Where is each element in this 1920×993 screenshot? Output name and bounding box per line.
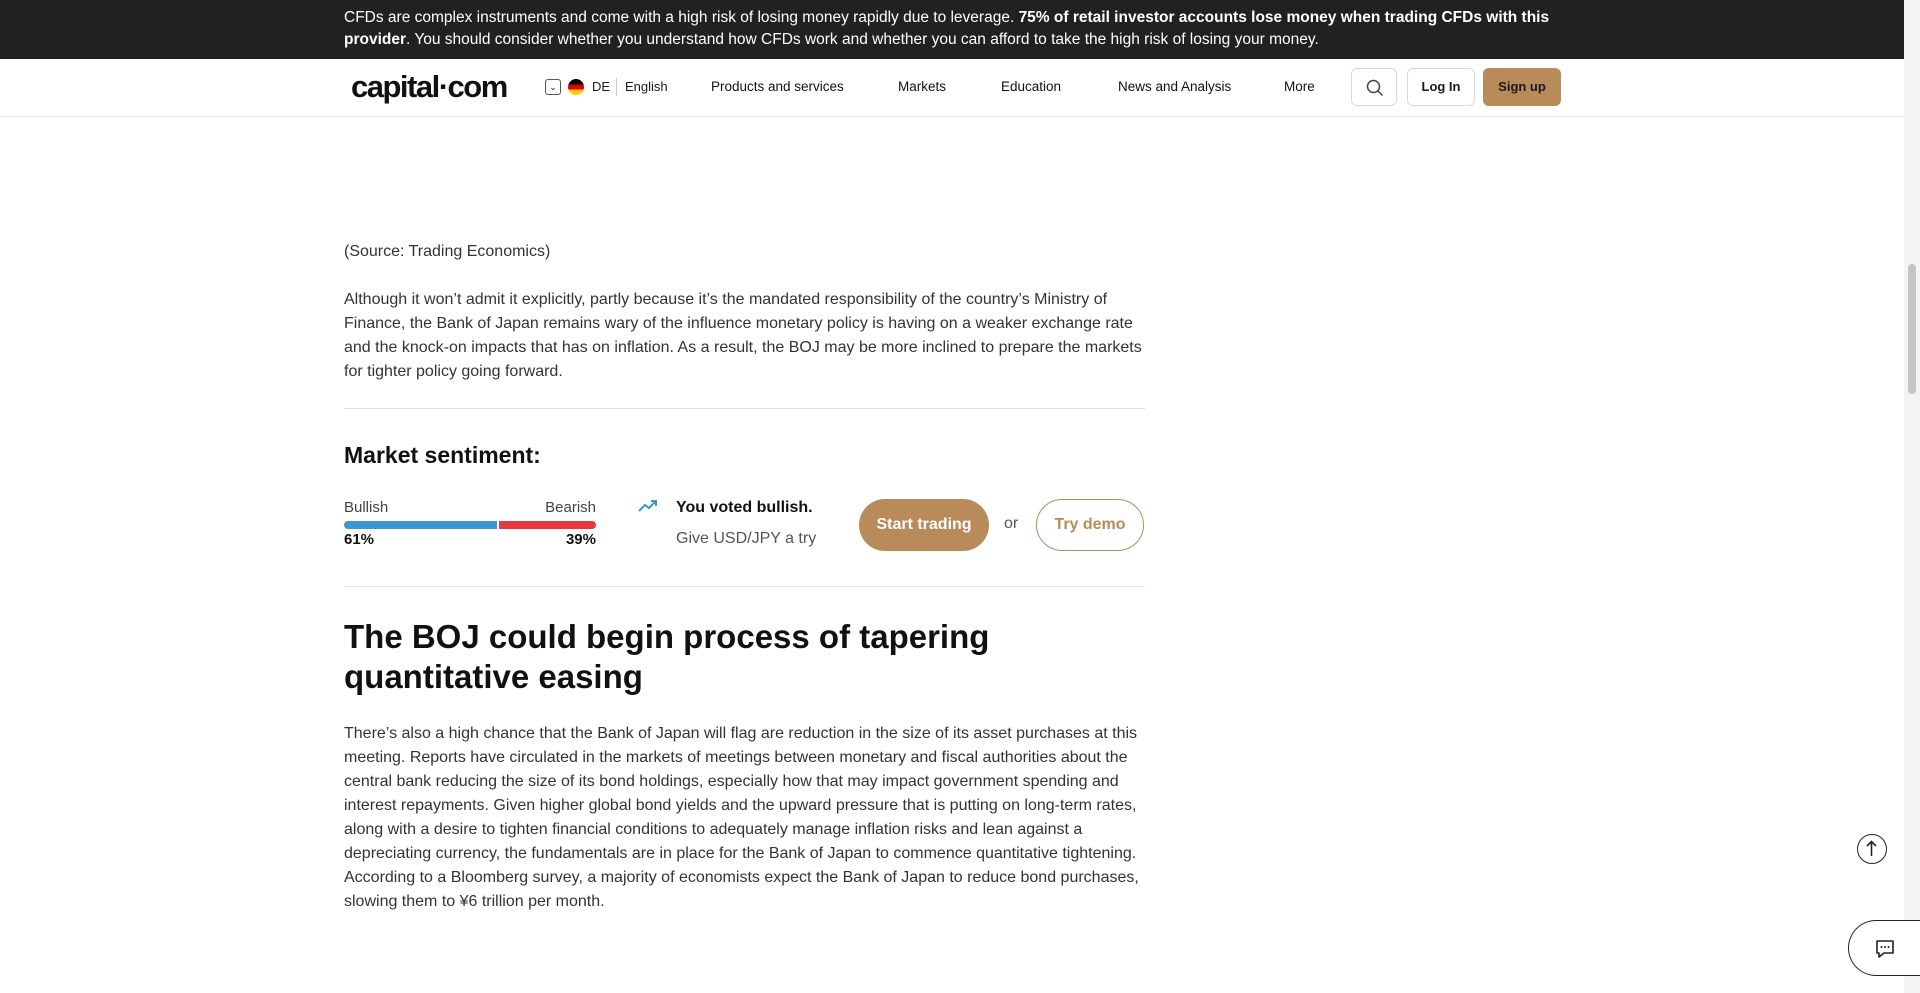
search-button[interactable] (1351, 68, 1397, 106)
search-icon (1366, 79, 1384, 97)
bullish-percentage: 61% (344, 531, 375, 548)
instrument-cta-text: Give USD/JPY a try (676, 530, 817, 547)
nav-item-products[interactable]: Products and services (711, 79, 844, 94)
nav-item-markets[interactable]: Markets (898, 79, 946, 94)
or-separator: or (1004, 515, 1019, 532)
risk-warning-banner: CFDs are complex instruments and come wi… (0, 0, 1904, 59)
bearish-bar-fill (499, 521, 596, 529)
page-scrollbar[interactable] (1904, 0, 1920, 993)
chevron-down-icon[interactable]: ⌄ (545, 79, 561, 95)
section-divider (344, 586, 1145, 587)
arrow-up-icon (1866, 840, 1877, 856)
scrollbar-thumb[interactable] (1908, 264, 1916, 394)
article-paragraph: Although it won’t admit it explicitly, p… (344, 291, 1142, 380)
chart-source-caption: (Source: Trading Economics) (344, 243, 551, 260)
article-paragraph: There’s also a high chance that the Bank… (344, 725, 1139, 910)
bullish-bar-fill (344, 521, 497, 529)
bullish-label: Bullish (344, 499, 389, 516)
section-divider (344, 408, 1145, 409)
top-navigation: capital·com ⌄ DE English Products and se… (0, 59, 1904, 117)
capital-logo[interactable]: capital·com (351, 69, 508, 105)
germany-flag-icon[interactable] (568, 79, 584, 95)
nav-item-education[interactable]: Education (1001, 79, 1061, 94)
section-heading: The BOJ could begin process of tapering … (344, 618, 990, 695)
country-code[interactable]: DE (592, 79, 610, 94)
chat-button[interactable] (1848, 920, 1920, 976)
try-demo-button[interactable]: Try demo (1036, 499, 1144, 551)
language-divider (616, 78, 617, 96)
nav-item-news-analysis[interactable]: News and Analysis (1118, 79, 1231, 94)
chat-icon (1876, 940, 1894, 958)
risk-warning-text: CFDs are complex instruments and come wi… (344, 9, 1550, 48)
login-button[interactable]: Log In (1407, 68, 1475, 106)
signup-button[interactable]: Sign up (1483, 68, 1561, 106)
sentiment-bar (344, 521, 596, 529)
market-sentiment-title: Market sentiment: (344, 442, 541, 468)
trending-up-icon (638, 500, 657, 512)
nav-item-more[interactable]: More (1284, 79, 1315, 94)
bearish-percentage: 39% (565, 531, 596, 548)
bearish-label: Bearish (545, 499, 596, 516)
back-to-top-button[interactable] (1857, 834, 1887, 864)
vote-result-text: You voted bullish. (676, 499, 813, 516)
start-trading-button[interactable]: Start trading (859, 499, 989, 551)
language-selector[interactable]: English (625, 79, 668, 94)
